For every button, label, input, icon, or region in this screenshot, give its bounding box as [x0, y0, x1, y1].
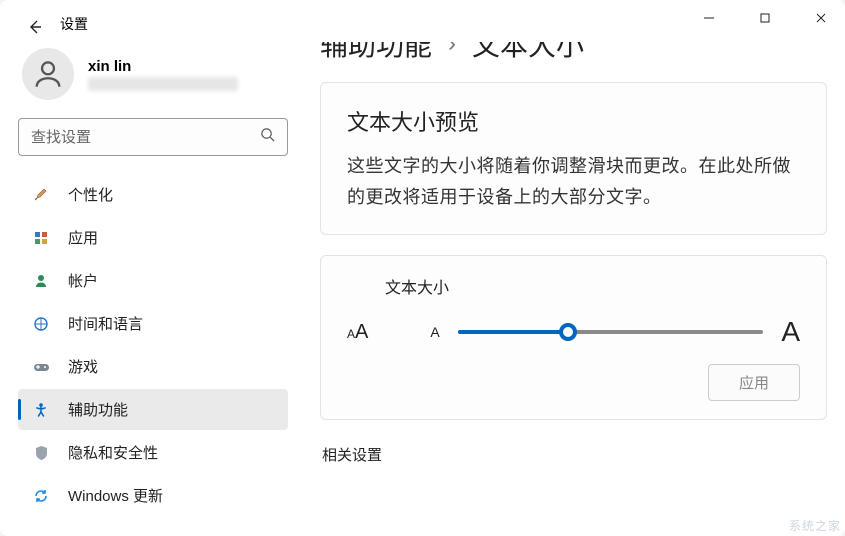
main-content: 辅助功能 › 文本大小 文本大小预览 这些文字的大小将随着你调整滑块而更改。在此… [302, 42, 845, 536]
text-size-card: 文本大小 AA A A 应用 [320, 255, 827, 420]
slider-max-icon: A [781, 316, 800, 348]
nav-label: 帐户 [68, 270, 98, 291]
text-size-slider[interactable] [458, 330, 764, 334]
gamepad-icon [32, 358, 50, 376]
slider-min-icon: A [430, 324, 439, 340]
close-button[interactable] [805, 4, 837, 32]
shield-icon [32, 444, 50, 462]
nav-personalization[interactable]: 个性化 [18, 174, 288, 215]
nav-label: 隐私和安全性 [68, 442, 158, 463]
person-icon [32, 272, 50, 290]
search-box[interactable] [18, 118, 288, 156]
globe-clock-icon [32, 315, 50, 333]
user-account-block[interactable]: xin lin [18, 42, 294, 114]
user-name: xin lin [88, 58, 238, 75]
nav-label: Windows 更新 [68, 485, 163, 506]
nav-accounts[interactable]: 帐户 [18, 260, 288, 301]
nav-label: 个性化 [68, 184, 113, 205]
nav: 个性化 应用 帐户 时 [18, 174, 294, 516]
avatar [22, 48, 74, 100]
nav-windows-update[interactable]: Windows 更新 [18, 475, 288, 516]
text-size-icon: AA [347, 321, 412, 344]
nav-label: 游戏 [68, 356, 98, 377]
text-size-label: 文本大小 [347, 274, 800, 298]
slider-fill [458, 330, 568, 334]
nav-apps[interactable]: 应用 [18, 217, 288, 258]
nav-label: 时间和语言 [68, 313, 143, 334]
maximize-button[interactable] [749, 4, 781, 32]
search-icon [260, 127, 275, 147]
breadcrumb-parent[interactable]: 辅助功能 [320, 42, 432, 64]
breadcrumb: 辅助功能 › 文本大小 [320, 42, 827, 64]
settings-window: 设置 xin lin [0, 0, 845, 536]
nav-accessibility[interactable]: 辅助功能 [18, 389, 288, 430]
slider-thumb[interactable] [559, 323, 577, 341]
preview-description: 这些文字的大小将随着你调整滑块而更改。在此处所做的更改将适用于设备上的大部分文字… [347, 151, 800, 212]
nav-gaming[interactable]: 游戏 [18, 346, 288, 387]
app-title: 设置 [60, 14, 88, 34]
watermark: 系统之家 [789, 517, 841, 534]
sidebar: xin lin 个性化 [0, 42, 302, 536]
titlebar [0, 0, 845, 36]
breadcrumb-current: 文本大小 [472, 42, 584, 64]
user-email-blurred [88, 77, 238, 91]
apps-icon [32, 229, 50, 247]
accessibility-icon [32, 401, 50, 419]
search-input[interactable] [31, 129, 260, 146]
chevron-right-icon: › [448, 42, 456, 58]
minimize-button[interactable] [693, 4, 725, 32]
related-settings-heading: 相关设置 [320, 440, 827, 469]
preview-card: 文本大小预览 这些文字的大小将随着你调整滑块而更改。在此处所做的更改将适用于设备… [320, 82, 827, 235]
update-icon [32, 487, 50, 505]
nav-privacy[interactable]: 隐私和安全性 [18, 432, 288, 473]
nav-time-language[interactable]: 时间和语言 [18, 303, 288, 344]
brush-icon [32, 186, 50, 204]
back-button[interactable] [22, 14, 48, 40]
apply-button[interactable]: 应用 [708, 364, 800, 401]
preview-title: 文本大小预览 [347, 105, 800, 137]
nav-label: 辅助功能 [68, 399, 128, 420]
nav-label: 应用 [68, 227, 98, 248]
